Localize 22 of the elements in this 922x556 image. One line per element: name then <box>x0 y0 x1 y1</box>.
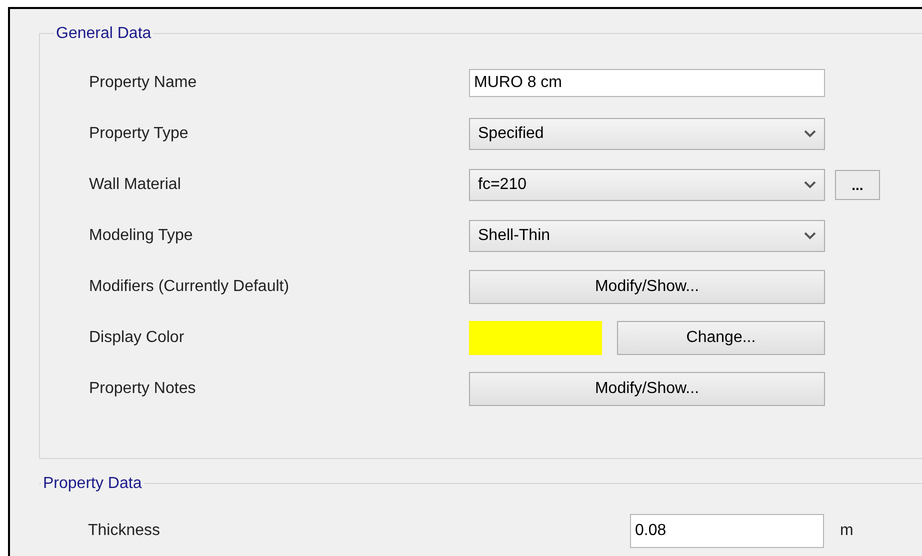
field-label: Property Name <box>88 73 198 93</box>
browse-button[interactable]: ... <box>835 170 880 200</box>
color-swatch[interactable] <box>469 321 602 355</box>
field-label: Modeling Type <box>88 226 194 246</box>
field-label: Wall Material <box>88 175 182 195</box>
modify-show-button[interactable]: Modify/Show... <box>469 270 825 304</box>
dropdown[interactable]: Specified <box>469 118 825 150</box>
chevron-down-icon <box>804 181 816 189</box>
dropdown[interactable]: Shell-Thin <box>469 220 825 252</box>
chevron-down-icon <box>804 232 816 240</box>
field-label: Display Color <box>88 328 186 348</box>
change-button[interactable]: Change... <box>617 321 825 355</box>
unit-label: m <box>840 521 854 541</box>
field-label: Property Type <box>88 124 190 144</box>
chevron-down-icon <box>804 130 816 138</box>
modify-show-button[interactable]: Modify/Show... <box>469 372 825 406</box>
dropdown[interactable]: fc=210 <box>469 169 825 201</box>
field-label: Modifiers (Currently Default) <box>88 277 290 297</box>
field-label: Thickness <box>87 521 162 541</box>
field-label: Property Notes <box>88 379 197 399</box>
text-field[interactable]: MURO 8 cm <box>469 69 825 97</box>
thickness-field[interactable]: 0.08 <box>630 514 824 548</box>
